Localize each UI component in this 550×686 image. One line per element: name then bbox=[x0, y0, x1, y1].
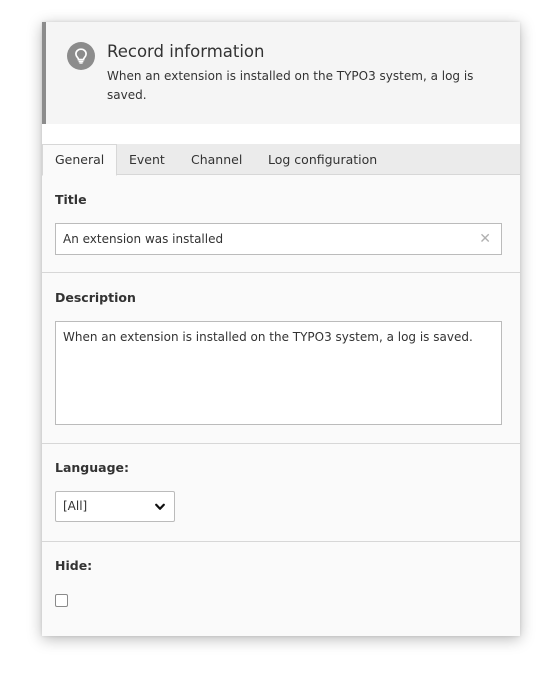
description-textarea[interactable]: When an extension is installed on the TY… bbox=[55, 321, 502, 425]
title-input-value: An extension was installed bbox=[63, 232, 224, 246]
tab-bar: General Event Channel Log configuration bbox=[42, 144, 520, 176]
divider bbox=[42, 272, 520, 273]
tab-log-configuration[interactable]: Log configuration bbox=[256, 144, 389, 175]
hide-label: Hide: bbox=[55, 558, 93, 573]
lightbulb-icon bbox=[67, 42, 95, 70]
title-label: Title bbox=[55, 192, 87, 207]
record-information-callout: Record information When an extension is … bbox=[42, 22, 520, 124]
record-editor-panel: Record information When an extension is … bbox=[42, 22, 520, 636]
divider bbox=[42, 443, 520, 444]
close-icon[interactable]: ✕ bbox=[479, 224, 491, 254]
callout-title: Record information bbox=[107, 42, 265, 61]
tab-channel[interactable]: Channel bbox=[179, 144, 254, 175]
description-label: Description bbox=[55, 290, 136, 305]
divider bbox=[42, 541, 520, 542]
language-select[interactable]: [All] bbox=[55, 491, 175, 522]
callout-message: When an extension is installed on the TY… bbox=[107, 69, 474, 102]
hide-checkbox[interactable] bbox=[55, 594, 68, 607]
language-label: Language: bbox=[55, 460, 130, 475]
chevron-down-icon bbox=[155, 503, 165, 510]
language-select-value: [All] bbox=[63, 499, 88, 513]
title-input[interactable]: An extension was installed ✕ bbox=[55, 223, 502, 255]
tab-event[interactable]: Event bbox=[117, 144, 177, 175]
spacer bbox=[42, 124, 520, 144]
tab-general[interactable]: General bbox=[42, 144, 118, 176]
